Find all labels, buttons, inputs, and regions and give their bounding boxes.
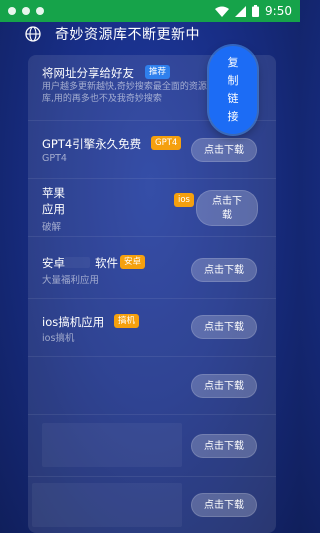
item-badge: 安卓 bbox=[120, 255, 146, 269]
download-button[interactable]: 点击下载 bbox=[191, 315, 257, 339]
copy-link-char: 制 bbox=[227, 74, 239, 87]
list-item: 苹果 应用 破解 ios 点击下 载 bbox=[28, 179, 276, 237]
item-title: ios搞机应用 bbox=[42, 315, 105, 329]
download-button[interactable]: 点击下 载 bbox=[196, 190, 258, 226]
signal-icon bbox=[235, 5, 247, 17]
item-title: 将网址分享给好友 bbox=[42, 66, 134, 80]
notification-dot-icon bbox=[36, 7, 44, 15]
item-title: GPT4引擎永久免费 bbox=[42, 137, 142, 151]
wifi-icon bbox=[215, 6, 230, 17]
item-subtitle: 大量福利应用 bbox=[42, 275, 100, 286]
item-badge: 搞机 bbox=[114, 314, 140, 328]
item-subtitle: 破解 bbox=[42, 222, 62, 233]
item-subtitle: ios搞机 bbox=[42, 333, 75, 344]
header: 奇妙资源库不断更新中 bbox=[0, 22, 300, 46]
status-bar: 9:50 bbox=[0, 0, 300, 22]
copy-link-button[interactable]: 复 制 链 接 bbox=[209, 46, 257, 134]
notification-dot-icon bbox=[22, 7, 30, 15]
download-button[interactable]: 点击下载 bbox=[191, 434, 257, 458]
item-title-suffix: 软件 bbox=[95, 256, 118, 270]
copy-link-char: 接 bbox=[227, 110, 239, 123]
list-item: 安卓 软件 安卓 大量福利应用 点击下载 bbox=[28, 237, 276, 299]
list-item: 点击下载 bbox=[28, 477, 276, 533]
copy-link-char: 链 bbox=[227, 92, 239, 105]
button-label-line1: 点击下 bbox=[212, 196, 242, 207]
obscured-content bbox=[42, 423, 182, 467]
obscured-text bbox=[64, 257, 90, 268]
download-button[interactable]: 点击下载 bbox=[191, 258, 257, 282]
status-time: 9:50 bbox=[265, 4, 292, 18]
item-title-line2: 应用 bbox=[42, 202, 65, 216]
battery-icon bbox=[252, 5, 260, 17]
list-item: ios搞机应用 搞机 ios搞机 点击下载 bbox=[28, 299, 276, 357]
item-badge: GPT4 bbox=[151, 136, 182, 150]
page-title: 奇妙资源库不断更新中 bbox=[55, 27, 200, 43]
copy-link-char: 复 bbox=[227, 56, 239, 69]
item-title: 安卓 bbox=[42, 256, 65, 270]
item-subtitle: GPT4 bbox=[42, 153, 67, 164]
recommend-badge: 推荐 bbox=[145, 65, 171, 79]
list-item: 点击下载 bbox=[28, 415, 276, 477]
item-subtitle: 用户越多更新越快,奇妙搜索最全面的资源库,用的再多也不及我奇妙搜索 bbox=[42, 82, 207, 104]
item-title-line1: 苹果 bbox=[42, 186, 65, 200]
download-button[interactable]: 点击下载 bbox=[191, 138, 257, 162]
download-button[interactable]: 点击下载 bbox=[191, 374, 257, 398]
notification-dot-icon bbox=[8, 7, 16, 15]
notification-icons bbox=[8, 7, 44, 15]
globe-icon[interactable] bbox=[25, 26, 41, 42]
button-label-line2: 载 bbox=[222, 210, 232, 221]
obscured-content bbox=[32, 483, 182, 527]
download-button[interactable]: 点击下载 bbox=[191, 493, 257, 517]
item-badge: ios bbox=[174, 193, 194, 207]
list-item: 点击下载 bbox=[28, 357, 276, 415]
